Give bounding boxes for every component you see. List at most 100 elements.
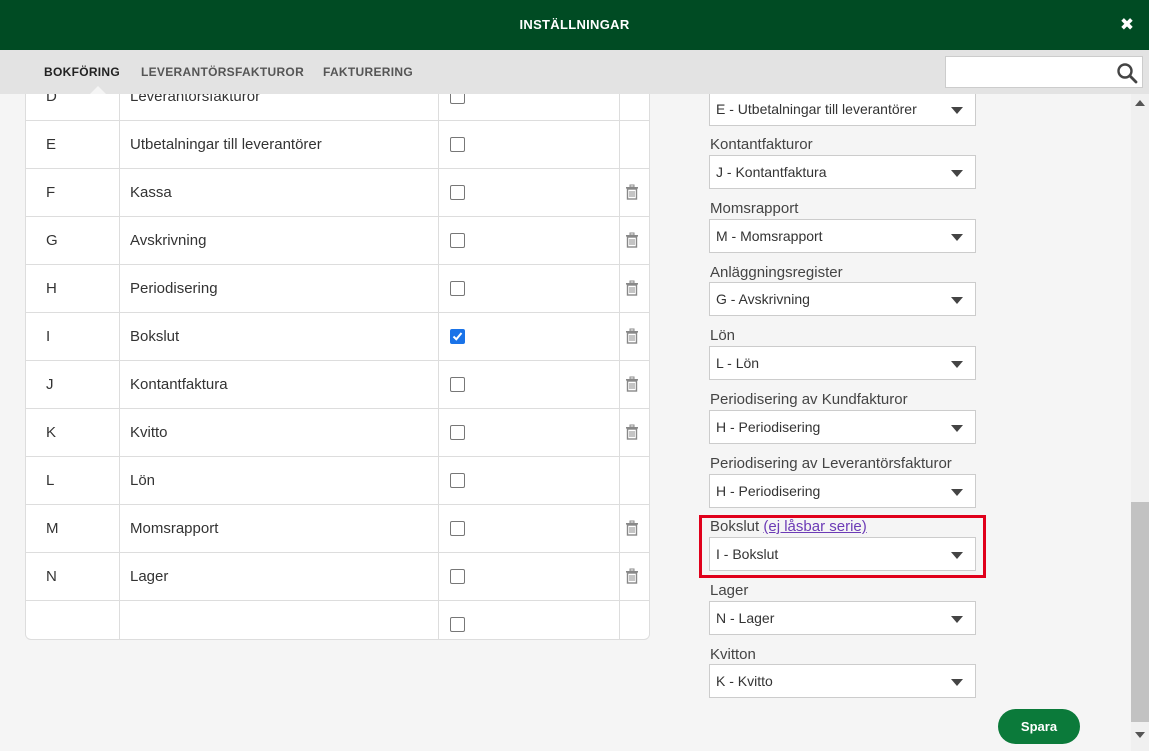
series-lock-checkbox[interactable] <box>450 233 465 248</box>
scroll-down-icon[interactable] <box>1135 732 1145 738</box>
series-lock-checkbox[interactable] <box>450 185 465 200</box>
series-code: F <box>46 184 56 201</box>
select-periodisering-leverantorsfakturor[interactable]: H - Periodisering <box>709 474 976 508</box>
select-leverantorsutbetalningar[interactable]: E - Utbetalningar till leverantörer <box>709 94 976 126</box>
series-lock-checkbox[interactable] <box>450 281 465 296</box>
table-row: G Avskrivning <box>26 217 649 265</box>
series-name: Kvitto <box>130 424 168 441</box>
settings-content: D Leverantörsfakturor E Utbetalningar ti… <box>0 94 1131 751</box>
series-name: Momsrapport <box>130 520 219 537</box>
series-table: D Leverantörsfakturor E Utbetalningar ti… <box>25 94 650 640</box>
series-lock-checkbox-checked[interactable] <box>450 329 465 344</box>
series-lock-checkbox[interactable] <box>450 569 465 584</box>
series-code: E <box>46 136 57 153</box>
select-value: N - Lager <box>716 610 775 626</box>
series-name: Kontantfaktura <box>130 376 228 393</box>
series-lock-checkbox[interactable] <box>450 94 465 104</box>
dialog-header: INSTÄLLNINGAR ✖ <box>0 0 1149 50</box>
select-value: H - Periodisering <box>716 419 821 435</box>
series-name: Lager <box>130 568 169 585</box>
label-periodisering-leverantorsfakturor: Periodisering av Leverantörsfakturor <box>710 455 952 472</box>
series-lock-checkbox[interactable] <box>450 425 465 440</box>
select-value: G - Avskrivning <box>716 291 810 307</box>
chevron-down-icon <box>951 361 963 368</box>
select-value: L - Lön <box>716 355 760 371</box>
series-name: Utbetalningar till leverantörer <box>130 136 322 153</box>
table-row: E Utbetalningar till leverantörer <box>26 121 649 169</box>
chevron-down-icon <box>951 425 963 432</box>
trash-icon[interactable] <box>625 568 639 584</box>
select-anlaggningsregister[interactable]: G - Avskrivning <box>709 282 976 316</box>
label-periodisering-kundfakturor: Periodisering av Kundfakturor <box>710 391 908 408</box>
series-lock-checkbox[interactable] <box>450 377 465 392</box>
dialog-title: INSTÄLLNINGAR <box>519 17 630 32</box>
series-code: M <box>46 520 59 537</box>
series-lock-checkbox[interactable] <box>450 617 465 632</box>
series-name: Leverantörsfakturor <box>130 94 261 105</box>
save-button[interactable]: Spara <box>998 709 1080 744</box>
table-row: H Periodisering <box>26 265 649 313</box>
select-lager[interactable]: N - Lager <box>709 601 976 635</box>
select-value: J - Kontantfaktura <box>716 164 827 180</box>
series-lock-checkbox[interactable] <box>450 521 465 536</box>
table-row: N Lager <box>26 553 649 601</box>
scroll-up-icon[interactable] <box>1135 100 1145 106</box>
tab-leverantorsfakturor[interactable]: LEVERANTÖRSFAKTUROR <box>141 50 304 94</box>
series-code: G <box>46 232 58 249</box>
label-momsrapport: Momsrapport <box>710 200 799 217</box>
select-value: H - Periodisering <box>716 483 821 499</box>
trash-icon[interactable] <box>625 328 639 344</box>
select-momsrapport[interactable]: M - Momsrapport <box>709 219 976 253</box>
select-lon[interactable]: L - Lön <box>709 346 976 380</box>
table-row: J Kontantfaktura <box>26 361 649 409</box>
select-kvitton[interactable]: K - Kvitto <box>709 664 976 698</box>
search-box <box>945 56 1143 88</box>
table-row: K Kvitto <box>26 409 649 457</box>
series-code: D <box>46 94 57 105</box>
chevron-down-icon <box>951 170 963 177</box>
tab-fakturering[interactable]: FAKTURERING <box>323 50 413 94</box>
trash-icon[interactable] <box>625 232 639 248</box>
highlight-box <box>699 515 986 578</box>
chevron-down-icon <box>951 616 963 623</box>
scrollbar-thumb[interactable] <box>1131 502 1149 722</box>
series-code: L <box>46 472 55 489</box>
trash-icon[interactable] <box>625 424 639 440</box>
series-code: J <box>46 376 54 393</box>
label-lon: Lön <box>710 327 736 344</box>
series-code: I <box>46 328 51 345</box>
tab-bokforing[interactable]: BOKFÖRING <box>44 50 120 94</box>
series-code-input[interactable] <box>46 601 121 639</box>
table-row: M Momsrapport <box>26 505 649 553</box>
select-kontantfakturor[interactable]: J - Kontantfaktura <box>709 155 976 189</box>
table-row: D Leverantörsfakturor <box>26 94 649 121</box>
label-lager: Lager <box>710 582 749 599</box>
close-icon[interactable]: ✖ <box>1119 16 1135 34</box>
select-periodisering-kundfakturor[interactable]: H - Periodisering <box>709 410 976 444</box>
series-name: Periodisering <box>130 280 218 297</box>
search-input[interactable] <box>946 57 1111 87</box>
series-lock-checkbox[interactable] <box>450 473 465 488</box>
table-row: L Lön <box>26 457 649 505</box>
chevron-down-icon <box>951 107 963 114</box>
label-kontantfakturor: Kontantfakturor <box>710 136 813 153</box>
trash-icon[interactable] <box>625 376 639 392</box>
series-name: Avskrivning <box>130 232 207 249</box>
trash-icon[interactable] <box>625 184 639 200</box>
series-name: Lön <box>130 472 156 489</box>
select-value: K - Kvitto <box>716 673 773 689</box>
label-anlaggningsregister: Anläggningsregister <box>710 264 843 281</box>
chevron-down-icon <box>951 234 963 241</box>
select-value: E - Utbetalningar till leverantörer <box>716 101 917 117</box>
table-row-new <box>26 601 649 639</box>
chevron-down-icon <box>951 297 963 304</box>
table-row: I Bokslut <box>26 313 649 361</box>
label-kvitton: Kvitton <box>710 646 756 663</box>
series-lock-checkbox[interactable] <box>450 137 465 152</box>
search-icon[interactable] <box>1116 62 1138 84</box>
checkmark-icon <box>452 332 463 341</box>
series-name-input[interactable] <box>130 601 430 639</box>
trash-icon[interactable] <box>625 280 639 296</box>
trash-icon[interactable] <box>625 520 639 536</box>
chevron-down-icon <box>951 679 963 686</box>
